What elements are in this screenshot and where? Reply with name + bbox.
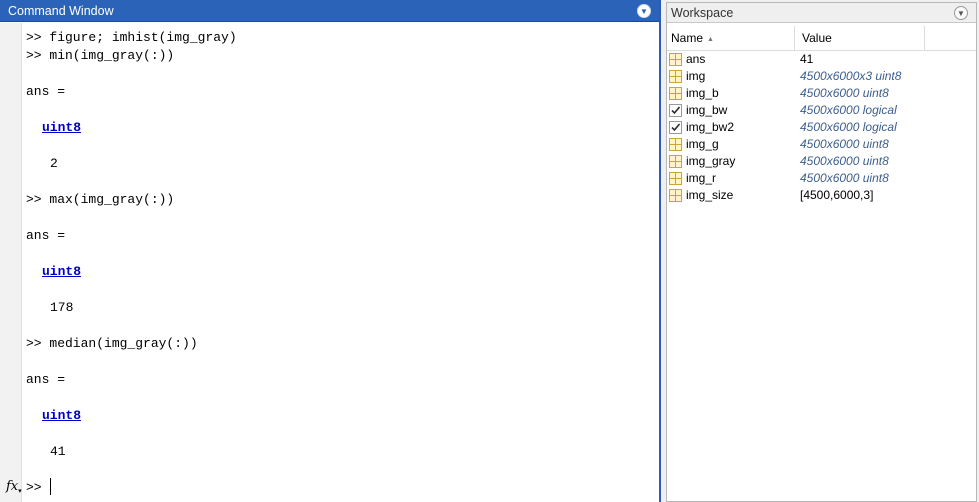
workspace-table-header: Name ▲ Value [667,26,976,51]
command-line: >> median(img_gray(:)) [26,336,198,351]
command-window-panel[interactable]: Command Window ▼ >> figure; imhist(img_g… [0,0,661,502]
column-header-name[interactable]: Name ▲ [671,26,795,51]
variable-value: 4500x6000 uint8 [800,86,889,100]
command-window-gutter [0,23,22,502]
workspace-menu-icon[interactable]: ▼ [954,6,968,20]
workspace-row-img-g[interactable]: img_g 4500x6000 uint8 [667,136,976,153]
matrix-grid-icon [669,172,682,185]
command-line: >> max(img_gray(:)) [26,192,175,207]
variable-value: 4500x6000 logical [800,120,897,134]
command-window-title: Command Window [8,4,114,18]
matrix-grid-icon [669,155,682,168]
class-link[interactable]: uint8 [42,408,81,424]
workspace-row-img-bw[interactable]: img_bw 4500x6000 logical [667,102,976,119]
workspace-title: Workspace [671,6,734,20]
matrix-grid-icon [669,53,682,66]
command-line: >> figure; imhist(img_gray) [26,30,237,45]
variable-name: img_g [686,137,719,151]
output-line: 178 [50,300,74,315]
workspace-row-img-b[interactable]: img_b 4500x6000 uint8 [667,85,976,102]
logical-checkbox-icon [669,104,682,117]
output-line: 41 [50,444,66,459]
output-line: ans = [26,84,66,99]
command-prompt[interactable]: >> [26,480,42,495]
variable-name: img_b [686,86,719,100]
variable-name: img_size [686,188,734,202]
variable-value: 4500x6000 uint8 [800,154,889,168]
output-line: ans = [26,372,66,387]
command-window-titlebar: Command Window ▼ [0,0,659,22]
variable-name: img_bw2 [686,120,735,134]
class-link[interactable]: uint8 [42,264,81,280]
matrix-grid-icon [669,189,682,202]
matrix-grid-icon [669,70,682,83]
variable-value: 4500x6000x3 uint8 [800,69,902,83]
variable-name: img [686,69,706,83]
variable-value: [4500,6000,3] [800,188,874,202]
variable-name: img_r [686,171,717,185]
variable-value: 41 [800,52,814,66]
workspace-row-img-r[interactable]: img_r 4500x6000 uint8 [667,170,976,187]
column-header-value[interactable]: Value [797,26,925,51]
output-line: ans = [26,228,66,243]
variable-name: img_gray [686,154,736,168]
workspace-row-ans[interactable]: ans 41 [667,51,976,68]
workspace-row-img-size[interactable]: img_size [4500,6000,3] [667,187,976,204]
workspace-row-img-bw2[interactable]: img_bw2 4500x6000 logical [667,119,976,136]
command-window-menu-icon[interactable]: ▼ [637,4,651,18]
command-line: >> min(img_gray(:)) [26,48,175,63]
variable-name: ans [686,52,706,66]
variable-value: 4500x6000 uint8 [800,137,889,151]
variable-value: 4500x6000 uint8 [800,171,889,185]
workspace-panel[interactable]: Workspace ▼ Name ▲ Value ans 41 img 4500x600… [666,2,977,502]
workspace-titlebar: Workspace ▼ [667,3,976,23]
function-browser-icon[interactable]: fx▾ [6,479,22,495]
sort-ascending-icon: ▲ [707,36,714,43]
text-cursor [50,478,51,495]
class-link[interactable]: uint8 [42,120,81,136]
variable-value: 4500x6000 logical [800,103,897,117]
matrix-grid-icon [669,138,682,151]
output-line: 2 [50,156,58,171]
logical-checkbox-icon [669,121,682,134]
workspace-row-img[interactable]: img 4500x6000x3 uint8 [667,68,976,85]
variable-name: img_bw [686,103,728,117]
matrix-grid-icon [669,87,682,100]
workspace-row-img-gray[interactable]: img_gray 4500x6000 uint8 [667,153,976,170]
